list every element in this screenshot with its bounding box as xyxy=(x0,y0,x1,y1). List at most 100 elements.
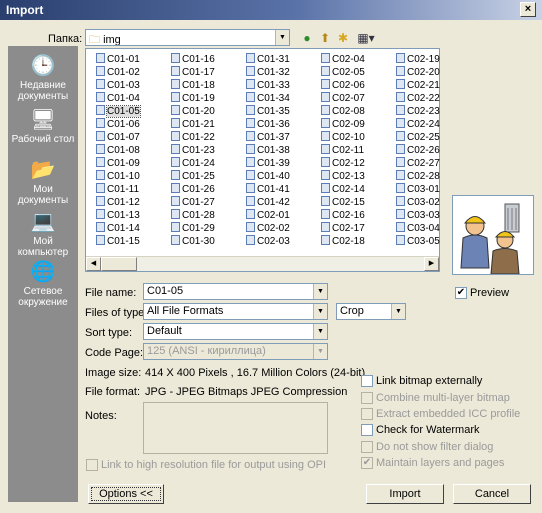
preview-checkbox[interactable]: ✔ xyxy=(455,287,467,299)
filename-input[interactable]: C01-05 ▼ xyxy=(143,283,328,300)
crop-select[interactable]: Crop ▼ xyxy=(336,303,406,320)
file-item[interactable]: C01-40 xyxy=(246,170,318,183)
file-item[interactable]: C02-18 xyxy=(321,235,393,248)
file-item[interactable]: C02-07 xyxy=(321,92,393,105)
file-item[interactable]: C01-02 xyxy=(96,66,168,79)
file-item[interactable]: C01-38 xyxy=(246,144,318,157)
file-item[interactable]: C02-19 xyxy=(396,53,468,66)
file-item[interactable]: C01-27 xyxy=(171,196,243,209)
file-item[interactable]: C01-08 xyxy=(96,144,168,157)
horizontal-scrollbar[interactable]: ◀ ▶ xyxy=(86,256,439,271)
file-item[interactable]: C02-27 xyxy=(396,157,468,170)
file-item[interactable]: C01-34 xyxy=(246,92,318,105)
file-item[interactable]: C02-24 xyxy=(396,118,468,131)
sorttype-select[interactable]: Default ▼ xyxy=(143,323,328,340)
file-item[interactable]: C01-31 xyxy=(246,53,318,66)
file-item[interactable]: C01-30 xyxy=(171,235,243,248)
file-item[interactable]: C02-09 xyxy=(321,118,393,131)
image-file-icon xyxy=(246,79,255,89)
file-item[interactable]: C01-14 xyxy=(96,222,168,235)
file-item[interactable]: C01-05 xyxy=(96,105,168,118)
place-my-computer[interactable]: 💻 Мой компьютер xyxy=(8,210,78,258)
file-item[interactable]: C02-03 xyxy=(246,235,318,248)
file-item[interactable]: C01-20 xyxy=(171,105,243,118)
file-item[interactable]: C01-17 xyxy=(171,66,243,79)
file-item[interactable]: C01-10 xyxy=(96,170,168,183)
file-name: C02-19 xyxy=(407,54,440,65)
file-item[interactable]: C02-11 xyxy=(321,144,393,157)
file-item[interactable]: C01-32 xyxy=(246,66,318,79)
file-item[interactable]: C02-12 xyxy=(321,157,393,170)
file-item[interactable]: C01-22 xyxy=(171,131,243,144)
file-item[interactable]: C02-26 xyxy=(396,144,468,157)
file-item[interactable]: C02-23 xyxy=(396,105,468,118)
filename-value: C01-05 xyxy=(147,285,184,297)
file-item[interactable]: C02-04 xyxy=(321,53,393,66)
file-item[interactable]: C02-06 xyxy=(321,79,393,92)
option-checkbox[interactable] xyxy=(361,424,373,436)
file-item[interactable]: C02-17 xyxy=(321,222,393,235)
file-item[interactable]: C02-13 xyxy=(321,170,393,183)
file-item[interactable]: C01-29 xyxy=(171,222,243,235)
file-item[interactable]: C01-15 xyxy=(96,235,168,248)
file-item[interactable]: C01-09 xyxy=(96,157,168,170)
file-item[interactable]: C01-11 xyxy=(96,183,168,196)
file-item[interactable]: C01-04 xyxy=(96,92,168,105)
close-button[interactable]: × xyxy=(520,2,536,17)
file-item[interactable]: C01-16 xyxy=(171,53,243,66)
file-item[interactable]: C01-35 xyxy=(246,105,318,118)
file-item[interactable]: C02-05 xyxy=(321,66,393,79)
place-network[interactable]: 🌐 Сетевое окружение xyxy=(8,260,78,308)
file-item[interactable]: C01-39 xyxy=(246,157,318,170)
import-button[interactable]: Import xyxy=(366,484,444,504)
filetype-select[interactable]: All File Formats ▼ xyxy=(143,303,328,320)
up-folder-icon[interactable]: ⬆ xyxy=(318,31,332,45)
scroll-right-icon[interactable]: ▶ xyxy=(424,257,439,271)
file-item[interactable]: C01-03 xyxy=(96,79,168,92)
file-item[interactable]: C02-25 xyxy=(396,131,468,144)
place-recent[interactable]: 🕒 Недавние документы xyxy=(8,54,78,102)
place-my-documents[interactable]: 📂 Мои документы xyxy=(8,158,78,206)
file-item[interactable]: C01-13 xyxy=(96,209,168,222)
file-item[interactable]: C01-28 xyxy=(171,209,243,222)
file-item[interactable]: C02-15 xyxy=(321,196,393,209)
option-checkbox xyxy=(361,408,373,420)
file-item[interactable]: C01-26 xyxy=(171,183,243,196)
file-item[interactable]: C01-21 xyxy=(171,118,243,131)
file-item[interactable]: C01-06 xyxy=(96,118,168,131)
file-item[interactable]: C01-23 xyxy=(171,144,243,157)
file-item[interactable]: C02-22 xyxy=(396,92,468,105)
file-item[interactable]: C01-07 xyxy=(96,131,168,144)
file-item[interactable]: C02-10 xyxy=(321,131,393,144)
file-item[interactable]: C01-24 xyxy=(171,157,243,170)
scroll-left-icon[interactable]: ◀ xyxy=(86,257,101,271)
file-item[interactable]: C02-08 xyxy=(321,105,393,118)
file-item[interactable]: C01-18 xyxy=(171,79,243,92)
file-item[interactable]: C01-12 xyxy=(96,196,168,209)
file-item[interactable]: C02-20 xyxy=(396,66,468,79)
file-item[interactable]: C02-28 xyxy=(396,170,468,183)
lookin-combo[interactable]: 🗀 img ▼ xyxy=(85,29,290,46)
file-item[interactable]: C01-41 xyxy=(246,183,318,196)
file-list[interactable]: C01-01 C01-02 C01-03 C01-04 C01-05 C01-06 C01-… xyxy=(85,48,440,272)
file-item[interactable]: C01-37 xyxy=(246,131,318,144)
file-item[interactable]: C02-02 xyxy=(246,222,318,235)
file-item[interactable]: C01-01 xyxy=(96,53,168,66)
file-item[interactable]: C02-14 xyxy=(321,183,393,196)
file-item[interactable]: C01-25 xyxy=(171,170,243,183)
file-item[interactable]: C02-16 xyxy=(321,209,393,222)
options-button[interactable]: Options << xyxy=(88,484,164,504)
file-item[interactable]: C02-21 xyxy=(396,79,468,92)
back-icon[interactable]: ● xyxy=(300,31,314,45)
cancel-button[interactable]: Cancel xyxy=(453,484,531,504)
view-menu-icon[interactable]: ▦▾ xyxy=(356,31,376,45)
file-item[interactable]: C01-19 xyxy=(171,92,243,105)
file-item[interactable]: C02-01 xyxy=(246,209,318,222)
place-desktop[interactable]: 🖥 Рабочий стол xyxy=(8,108,78,145)
file-item[interactable]: C01-42 xyxy=(246,196,318,209)
file-item[interactable]: C01-33 xyxy=(246,79,318,92)
scroll-thumb[interactable] xyxy=(101,257,137,271)
new-folder-icon[interactable]: ✱ xyxy=(336,31,350,45)
option-checkbox[interactable] xyxy=(361,375,373,387)
file-item[interactable]: C01-36 xyxy=(246,118,318,131)
